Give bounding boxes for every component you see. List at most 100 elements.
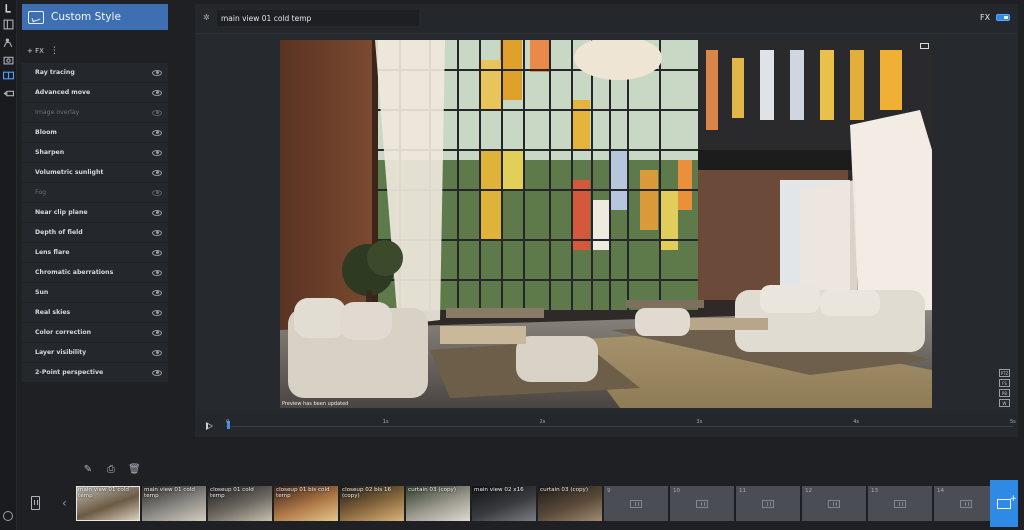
view-name-field[interactable]: main view 01 cold temp	[217, 10, 419, 26]
delete-trash-icon[interactable]: 🗑	[128, 464, 141, 476]
view-settings-icon[interactable]: ✲	[203, 13, 212, 22]
empty-view-slot[interactable]: 10	[670, 486, 734, 521]
visibility-eye-icon[interactable]	[152, 69, 162, 76]
view-thumbnail-label: curtain 03 (copy)	[540, 487, 589, 493]
render-mode-tag[interactable]: W	[999, 399, 1010, 407]
visibility-eye-icon[interactable]	[152, 269, 162, 276]
visibility-eye-icon[interactable]	[152, 229, 162, 236]
camera-icon[interactable]	[3, 54, 14, 65]
visibility-eye-icon[interactable]	[152, 309, 162, 316]
view-thumbnail[interactable]: curtain 03 (copy)	[406, 486, 470, 521]
render-mode-tag[interactable]: PTZ	[999, 369, 1010, 377]
visibility-eye-icon[interactable]	[152, 189, 162, 196]
empty-view-slot[interactable]: 14	[934, 486, 998, 521]
style-title: Custom Style	[51, 11, 121, 23]
timeline-tick-label: 3s	[696, 419, 703, 425]
visibility-eye-icon[interactable]	[152, 109, 162, 116]
layout-icon[interactable]	[3, 19, 14, 30]
visibility-eye-icon[interactable]	[152, 349, 162, 356]
view-thumbnail-label: main view 01 cold temp	[144, 487, 195, 500]
fx-item[interactable]: Sun	[22, 283, 168, 302]
fx-item-label: Volumetric sunlight	[35, 169, 104, 176]
fx-list: Ray tracing Advanced move Image overlay Blo…	[22, 63, 168, 382]
render-mode-tag[interactable]: PB	[999, 389, 1010, 397]
pointer-icon[interactable]	[3, 3, 14, 14]
empty-view-slot[interactable]: 13	[868, 486, 932, 521]
fx-item[interactable]: Sharpen	[22, 143, 168, 162]
fx-item[interactable]: Lens flare	[22, 243, 168, 262]
visibility-eye-icon[interactable]	[152, 209, 162, 216]
settings-gear-icon[interactable]	[3, 511, 13, 521]
view-thumbnail-label: closeup 01 bis cold temp	[276, 487, 330, 500]
more-options-icon[interactable]: ⋮	[50, 46, 59, 56]
visibility-eye-icon[interactable]	[152, 89, 162, 96]
fx-item[interactable]: Real skies	[22, 303, 168, 322]
fx-panel: Custom Style + FX ⋮ Ray tracing Advanced …	[22, 4, 168, 383]
film-strip-icon[interactable]	[31, 496, 40, 510]
fx-item[interactable]: Ray tracing	[22, 63, 168, 82]
view-placeholder-icon	[960, 500, 972, 508]
timeline: 0 1s 2s 3s 4s 5s	[195, 415, 1018, 437]
fx-item[interactable]: 2-Point perspective	[22, 363, 168, 382]
view-thumbnail[interactable]: main view 01 cold temp	[76, 486, 140, 521]
fx-toggle[interactable]	[996, 14, 1010, 21]
fx-item[interactable]: Color correction	[22, 323, 168, 342]
fx-item[interactable]: Advanced move	[22, 83, 168, 102]
views-icon[interactable]	[3, 70, 14, 81]
fx-item[interactable]: Bloom	[22, 123, 168, 142]
view-thumbnail-label: closeup 02 bis 16 (copy)	[342, 487, 392, 500]
empty-view-slot[interactable]: 9	[604, 486, 668, 521]
strip-prev-arrow-icon[interactable]: ‹	[62, 496, 67, 510]
fx-item[interactable]: Layer visibility	[22, 343, 168, 362]
fx-item-label: Fog	[35, 189, 47, 196]
view-thumbnail[interactable]: closeup 01 bis cold temp	[274, 486, 338, 521]
visibility-eye-icon[interactable]	[152, 249, 162, 256]
visibility-eye-icon[interactable]	[152, 369, 162, 376]
timeline-tick-label: 1s	[382, 419, 389, 425]
fx-item-label: Ray tracing	[35, 69, 75, 76]
fx-item[interactable]: Image overlay	[22, 103, 168, 122]
visibility-eye-icon[interactable]	[152, 169, 162, 176]
fx-item[interactable]: Volumetric sunlight	[22, 163, 168, 182]
visibility-eye-icon[interactable]	[152, 289, 162, 296]
visibility-eye-icon[interactable]	[152, 149, 162, 156]
fx-item-label: Chromatic aberrations	[35, 269, 114, 276]
expand-icon[interactable]	[920, 43, 929, 49]
visibility-eye-icon[interactable]	[152, 129, 162, 136]
view-thumbnail[interactable]: main view 01 cold temp	[142, 486, 206, 521]
people-icon[interactable]	[3, 37, 14, 48]
timeline-tick-label: 2s	[539, 419, 546, 425]
timeline-ruler[interactable]	[226, 426, 1013, 427]
render-mode-tag[interactable]: FS	[999, 379, 1010, 387]
empty-slot-number: 11	[739, 488, 747, 494]
style-selector[interactable]: Custom Style	[22, 4, 168, 30]
interior-render-image	[280, 40, 932, 408]
fx-item-label: Advanced move	[35, 89, 91, 96]
fx-item[interactable]: Fog	[22, 183, 168, 202]
fx-item[interactable]: Chromatic aberrations	[22, 263, 168, 282]
view-placeholder-icon	[762, 500, 774, 508]
empty-view-slot[interactable]: 11	[736, 486, 800, 521]
style-image-icon	[28, 10, 44, 24]
fx-item-label: Lens flare	[35, 249, 70, 256]
view-thumbnail[interactable]: main view 02 x16	[472, 486, 536, 521]
video-export-icon[interactable]	[3, 88, 14, 99]
fx-item-label: 2-Point perspective	[35, 369, 104, 376]
fx-item-label: Bloom	[35, 129, 57, 136]
fx-item[interactable]: Depth of field	[22, 223, 168, 242]
view-strip-tools: ✎ ⎙ 🗑	[82, 464, 141, 476]
view-thumbnail[interactable]: curtain 03 (copy)	[538, 486, 602, 521]
add-fx-button[interactable]: + FX	[27, 47, 44, 55]
add-view-button[interactable]	[990, 480, 1018, 527]
view-thumbnail[interactable]: closeup 01 cold temp	[208, 486, 272, 521]
render-preview[interactable]: Preview has been updated	[280, 40, 932, 408]
view-thumbnail[interactable]: closeup 02 bis 16 (copy)	[340, 486, 404, 521]
fx-item[interactable]: Near clip plane	[22, 203, 168, 222]
empty-view-slot[interactable]: 12	[802, 486, 866, 521]
visibility-eye-icon[interactable]	[152, 329, 162, 336]
view-thumbnails: main view 01 cold temp main view 01 cold …	[76, 486, 998, 521]
add-camera-icon[interactable]: ⎙	[105, 464, 117, 476]
app-window: Custom Style + FX ⋮ Ray tracing Advanced …	[0, 0, 1024, 530]
edit-pencil-icon[interactable]: ✎	[82, 464, 94, 476]
view-placeholder-icon	[630, 500, 642, 508]
